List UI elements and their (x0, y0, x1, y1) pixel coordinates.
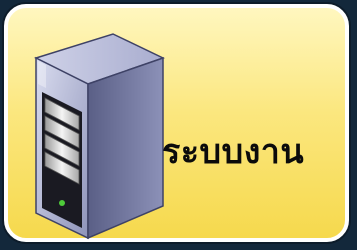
tile-label: ระบบงาน (162, 132, 305, 172)
server-tower-icon (33, 33, 165, 240)
system-tile-button[interactable]: ระบบงาน (4, 4, 349, 242)
